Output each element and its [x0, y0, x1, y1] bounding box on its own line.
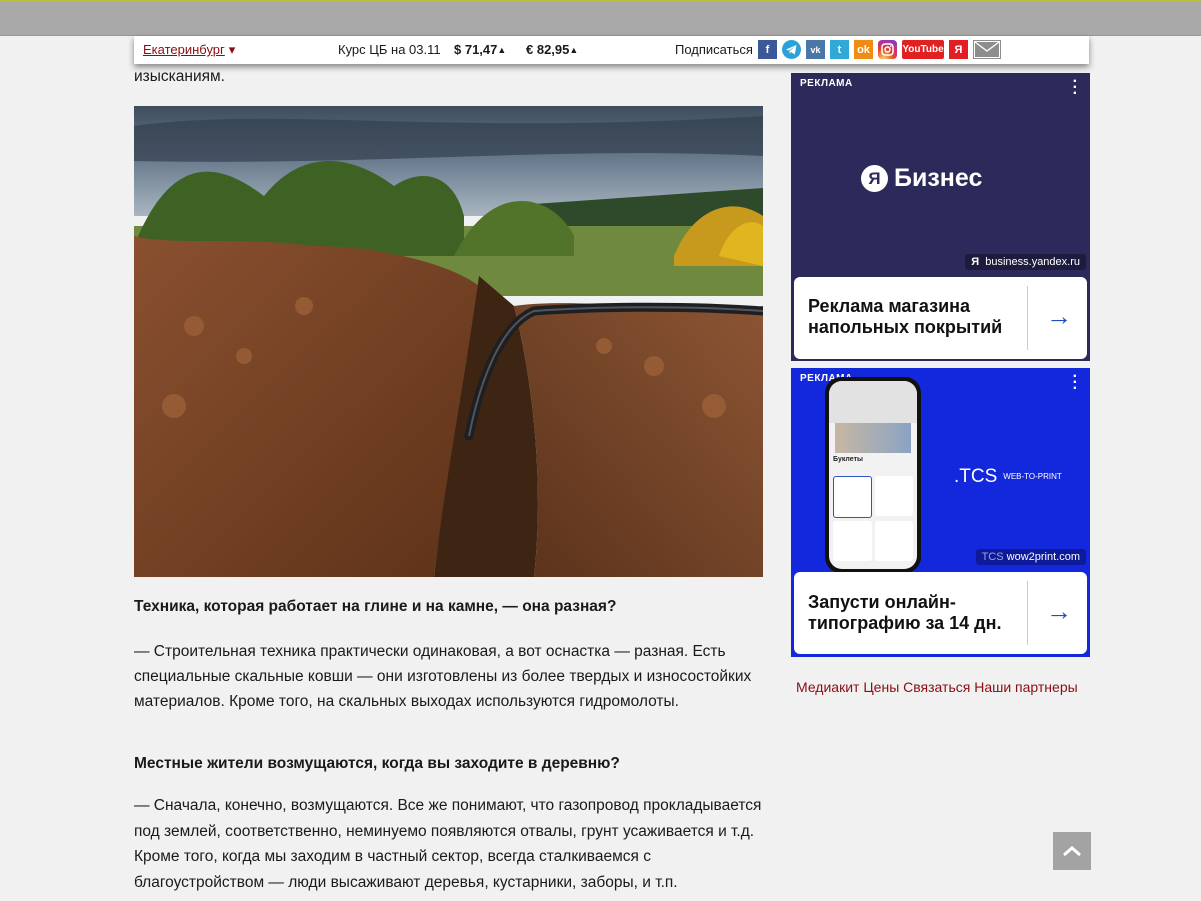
brand-tagline: WEB-TO-PRINT: [1003, 472, 1062, 481]
twitter-icon[interactable]: t: [830, 40, 849, 59]
arrow-right-icon: →: [1046, 596, 1072, 626]
subscribe-label: Подписаться: [675, 42, 753, 57]
odnoklassniki-icon[interactable]: ok: [854, 40, 873, 59]
arrow-up-icon: ▲: [497, 45, 507, 55]
facebook-icon[interactable]: f: [758, 40, 777, 59]
city-selector[interactable]: Екатеринбург ▾: [143, 42, 235, 58]
phone-banner-image: [835, 423, 911, 453]
phone-mockup: Буклеты: [825, 377, 921, 573]
mail-icon[interactable]: [973, 40, 1001, 59]
yandex-logo-icon: Я: [861, 165, 888, 192]
yandex-icon[interactable]: Я: [949, 40, 968, 59]
ad-cta-text: Запусти онлайн-типографию за 14 дн.: [808, 592, 1002, 633]
ad-cta-button[interactable]: Запусти онлайн-типографию за 14 дн. →: [794, 572, 1087, 654]
phone-heading: Буклеты: [833, 456, 863, 463]
more-options-icon[interactable]: · · ·: [1073, 74, 1078, 102]
ad-cta-text: Реклама магазина напольных покрытий: [808, 296, 1003, 337]
interview-answer-2: — Сначала, конечно, возмущаются. Все же …: [134, 797, 762, 891]
chevron-up-icon: [1063, 846, 1081, 857]
yandex-logo-icon: Я: [971, 256, 980, 268]
article-lead-fragment: изысканиям.: [134, 68, 225, 85]
brand-name: .TCS: [954, 466, 998, 487]
article-photo-trench: [134, 106, 763, 577]
yandex-business-logo: Я Бизнес: [861, 164, 982, 193]
divider: [1027, 581, 1028, 645]
trench-photo-image: [134, 106, 763, 577]
info-bar: Екатеринбург ▾ Курс ЦБ на 03.11 $ 71,47▲ …: [134, 36, 1089, 64]
phone-product-grid: [829, 466, 917, 561]
interview-question-1: Техника, которая работает на глине и на …: [134, 598, 617, 615]
eur-rate: € 82,95▲: [526, 42, 578, 57]
link-prices[interactable]: Цены: [863, 679, 899, 695]
interview-answer-1: — Строительная техника практически одина…: [134, 643, 752, 710]
tcs-logo: .TCS WEB-TO-PRINT: [954, 466, 1062, 488]
usd-rate: $ 71,47▲: [454, 42, 506, 57]
ad-label: РЕКЛАМА: [800, 78, 853, 89]
ad-domain[interactable]: Я business.yandex.ru: [965, 254, 1086, 270]
ad-domain[interactable]: TCS wow2print.com: [975, 549, 1086, 565]
product-card: [833, 521, 872, 561]
ad-tcs-print[interactable]: РЕКЛАМА · · · Буклеты .TCS WEB-TO-PRINT TCS…: [791, 368, 1090, 657]
ad-cta-button[interactable]: Реклама магазина напольных покрытий →: [794, 277, 1087, 359]
instagram-icon[interactable]: [878, 40, 897, 59]
youtube-icon[interactable]: YouTube: [902, 40, 944, 59]
link-contact[interactable]: Связаться: [903, 679, 970, 695]
usd-value: $ 71,47: [454, 42, 498, 57]
exchange-rate-label: Курс ЦБ на 03.11: [338, 42, 441, 57]
brand-name: Бизнес: [894, 164, 983, 192]
product-card: [833, 476, 872, 518]
phone-screen: Буклеты: [829, 381, 917, 569]
telegram-icon[interactable]: [782, 40, 801, 59]
link-mediakit[interactable]: Медиакит: [796, 679, 859, 695]
ad-domain-text: business.yandex.ru: [985, 256, 1080, 268]
phone-header: [829, 381, 917, 423]
arrow-right-icon: →: [1046, 301, 1072, 331]
header-bar: [0, 2, 1201, 36]
product-card: [874, 476, 913, 516]
tcs-small-icon: TCS: [981, 551, 1004, 563]
arrow-up-icon: ▲: [569, 45, 579, 55]
interview-question-2: Местные жители возмущаются, когда вы зах…: [134, 755, 620, 772]
ad-yandex-business[interactable]: РЕКЛАМА · · · Я Бизнес Я business.yandex.r…: [791, 73, 1090, 361]
social-links: f vk t ok YouTube Я: [758, 40, 1001, 59]
vk-icon[interactable]: vk: [806, 40, 825, 59]
city-name: Екатеринбург: [143, 42, 225, 57]
chevron-down-icon: ▾: [228, 42, 236, 57]
sidebar-footer-links: Медиакит Цены Связаться Наши партнеры: [796, 679, 1078, 695]
ad-domain-text: wow2print.com: [1006, 551, 1080, 563]
eur-value: € 82,95: [526, 42, 570, 57]
more-options-icon[interactable]: · · ·: [1073, 369, 1078, 397]
divider: [1027, 286, 1028, 350]
scroll-to-top-button[interactable]: [1053, 832, 1091, 870]
link-partners[interactable]: Наши партнеры: [974, 679, 1077, 695]
product-card: [874, 521, 913, 561]
